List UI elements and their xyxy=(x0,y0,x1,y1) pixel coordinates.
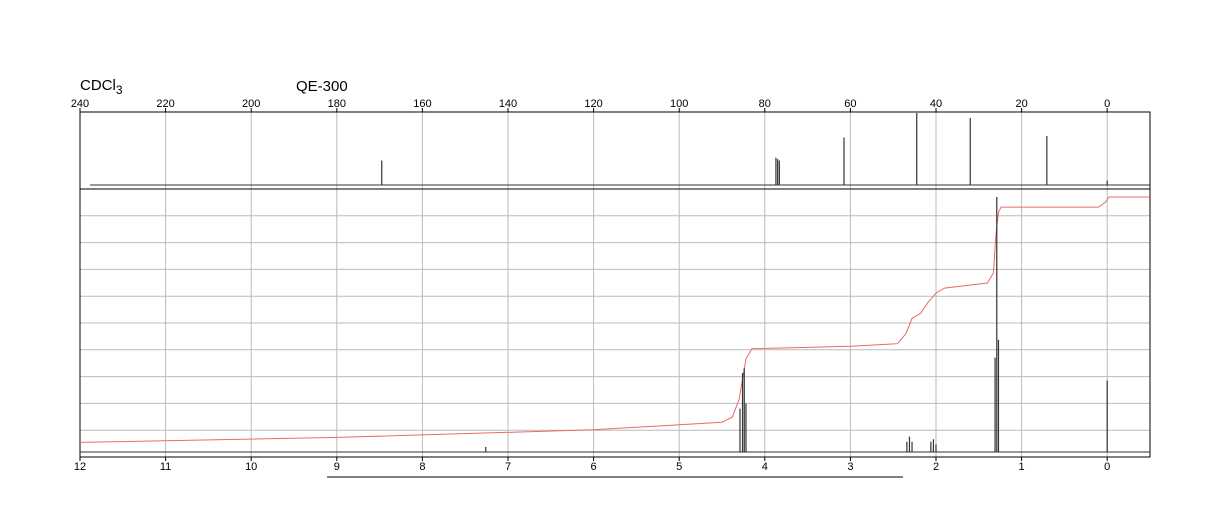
c13-axis-ticks: 240 220 200 180 160 140 120 100 80 60 40 20 0 xyxy=(71,98,1110,112)
h1-tick-label: 6 xyxy=(591,461,597,473)
h1-tick-label: 3 xyxy=(847,461,853,473)
c13-tick-label: 40 xyxy=(930,98,942,110)
h1-integral-curve xyxy=(79,196,1150,443)
c13-tick-label: 200 xyxy=(242,98,260,110)
h1-spectrum-panel xyxy=(79,188,1151,458)
c13-tick-label: 120 xyxy=(584,98,602,110)
h1-tick-label: 10 xyxy=(245,461,257,473)
h1-tick-label: 4 xyxy=(762,461,768,473)
h1-axis-ticks: 12 11 10 9 8 7 6 5 4 3 2 1 0 xyxy=(74,457,1110,473)
h1-tick-label: 2 xyxy=(933,461,939,473)
h1-tick-label: 5 xyxy=(676,461,682,473)
h1-tick-label: 12 xyxy=(74,461,86,473)
c13-tick-label: 60 xyxy=(844,98,856,110)
c13-tick-label: 100 xyxy=(670,98,688,110)
c13-tick-label: 180 xyxy=(328,98,346,110)
c13-tick-label: 20 xyxy=(1015,98,1027,110)
c13-tick-label: 160 xyxy=(413,98,431,110)
h1-tick-label: 7 xyxy=(505,461,511,473)
c13-tick-label: 0 xyxy=(1104,98,1110,110)
h1-tick-label: 8 xyxy=(419,461,425,473)
c13-spectrum-panel xyxy=(79,111,1151,190)
h1-tick-label: 11 xyxy=(160,461,171,473)
c13-tick-label: 220 xyxy=(156,98,174,110)
c13-tick-label: 140 xyxy=(499,98,517,110)
c13-tick-label: 80 xyxy=(759,98,771,110)
h1-tick-label: 0 xyxy=(1104,461,1110,473)
c13-frame xyxy=(79,111,1151,190)
h1-tick-label: 1 xyxy=(1019,461,1025,473)
c13-tick-label: 240 xyxy=(71,98,89,110)
nmr-figure: CDCl3 QE-300 240 220 200 180 160 140 120 100 80 6… xyxy=(0,0,1224,528)
nmr-spectra-chart: 240 220 200 180 160 140 120 100 80 60 40 20 0 12 11 10… xyxy=(71,98,1151,478)
h1-tick-label: 9 xyxy=(334,461,340,473)
